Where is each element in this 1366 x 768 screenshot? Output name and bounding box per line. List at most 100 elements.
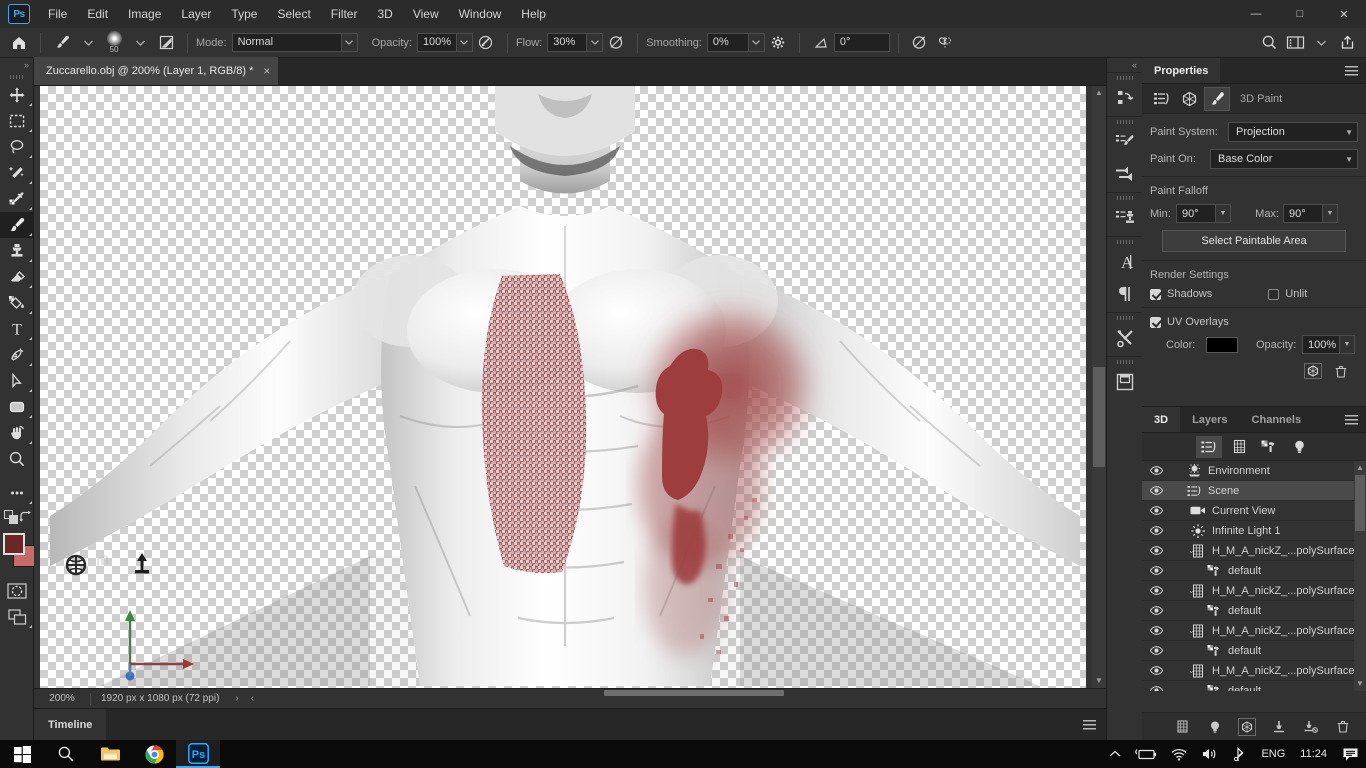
eyedropper-tool[interactable] [0,186,34,212]
scrollbar-thumb[interactable] [1093,367,1105,467]
disclosure-triangle-icon[interactable]: ⌄ [1170,626,1195,635]
scene-tree-row[interactable]: Infinite Light 1 [1142,521,1366,541]
taskbar-item-google-chrome[interactable] [132,740,176,768]
uv-opacity-value[interactable]: 100% [1302,335,1340,354]
canvas-horizontal-scrollbar[interactable] [34,689,1106,697]
menu-file[interactable]: File [38,0,77,28]
chevron-down-icon[interactable]: ▼ [1340,335,1355,354]
filter-materials-icon[interactable] [1256,436,1282,458]
menu-type[interactable]: Type [221,0,267,28]
document-tab[interactable]: Zuccarello.obj @ 200% (Layer 1, RGB/8) *… [34,57,279,85]
visibility-eye-icon[interactable] [1142,686,1170,691]
rectangular-marquee-tool[interactable] [0,108,34,134]
visibility-eye-icon[interactable] [1142,646,1170,655]
flow-value[interactable]: 30% [547,33,588,52]
airbrush-icon[interactable] [473,31,499,55]
edit-toolbar-button[interactable] [0,480,34,506]
visibility-eye-icon[interactable] [1142,586,1170,595]
scrollbar-thumb[interactable] [1355,475,1365,531]
trash-icon[interactable] [1332,363,1350,379]
chevron-double-right-icon[interactable]: » [0,58,33,72]
chevron-down-icon[interactable] [587,33,604,52]
brush-size-preview[interactable]: 50 [101,31,127,55]
chevron-down-icon[interactable] [1308,31,1334,55]
chevron-down-icon[interactable]: ▼ [1216,204,1231,223]
visibility-eye-icon[interactable] [1142,566,1170,575]
flow-input[interactable]: 30% [547,33,604,52]
3d-tree-scrollbar[interactable]: ▲ ▼ [1354,461,1366,691]
lasso-tool[interactable] [0,134,34,160]
panel-grip[interactable] [1107,313,1142,322]
pen-tool[interactable] [0,342,34,368]
paint-system-dropdown[interactable]: Projection ▼ [1228,122,1358,142]
blend-mode-value[interactable]: Normal [231,33,342,52]
filter-scene-icon[interactable] [1196,435,1222,458]
scene-tree-row[interactable]: default [1142,681,1366,691]
paint-on-dropdown[interactable]: Base Color ▼ [1210,149,1358,169]
taskbar-item-adobe-photoshop[interactable]: Ps [176,740,220,768]
chevron-down-icon[interactable] [456,33,473,52]
battery-icon[interactable] [1128,747,1164,761]
layer-comps-icon[interactable] [1107,366,1143,398]
panel-grip[interactable] [0,72,33,82]
smoothing-input[interactable]: 0% [706,33,765,52]
document-canvas[interactable] [40,86,1086,688]
tab-3d[interactable]: 3D [1142,407,1181,432]
scene-tree-row[interactable]: default [1142,641,1366,661]
quick-mask-icon[interactable] [0,578,34,604]
filter-lights-icon[interactable] [1286,436,1312,458]
canvas-area[interactable]: ▲ ▼ [34,86,1106,688]
angle-value[interactable]: 0° [833,33,890,52]
tab-channels[interactable]: Channels [1240,407,1314,432]
shadows-checkbox[interactable] [1150,288,1161,300]
render-cube-icon[interactable] [1304,363,1322,379]
scene-tree-row[interactable]: ⌄ H_M_A_nickZ_...polySurface1 [1142,581,1366,601]
opacity-value[interactable]: 100% [416,33,457,52]
history-icon[interactable] [1107,82,1143,114]
move-tool[interactable] [0,82,34,108]
unlit-checkbox[interactable] [1268,288,1280,300]
character-icon[interactable]: A [1107,246,1143,278]
chevron-down-icon[interactable]: ▼ [1323,204,1338,223]
gear-icon[interactable] [765,31,791,55]
menu-select[interactable]: Select [267,0,320,28]
visibility-eye-icon[interactable] [1142,546,1170,555]
brush-preset-caret[interactable] [75,31,101,55]
visibility-eye-icon[interactable] [1142,526,1170,535]
taskbar-item-file-explorer[interactable] [88,740,132,768]
blend-mode-dropdown[interactable]: Normal [231,33,358,52]
notification-icon[interactable] [1335,747,1366,762]
chevron-down-icon[interactable]: ▼ [1092,674,1106,688]
visibility-eye-icon[interactable] [1142,606,1170,615]
menu-3d[interactable]: 3D [367,0,402,28]
tablet-pressure-icon[interactable] [907,31,933,55]
windows-start-icon[interactable] [0,740,44,768]
paint-bucket-tool[interactable] [0,290,34,316]
menu-view[interactable]: View [403,0,449,28]
panel-grip[interactable] [1107,193,1142,202]
close-icon[interactable]: × [263,64,270,78]
brush-tool[interactable] [0,212,34,238]
panel-grip[interactable] [1107,237,1142,246]
add-mesh-icon[interactable] [1174,718,1192,736]
render-icon[interactable] [1238,717,1256,736]
maximize-button[interactable]: □ [1278,0,1322,28]
panel-menu-icon[interactable] [1345,407,1366,432]
close-button[interactable]: ✕ [1322,0,1366,28]
magic-wand-tool[interactable] [0,160,34,186]
tab-properties[interactable]: Properties [1142,58,1221,83]
language-indicator[interactable]: ENG [1254,748,1292,760]
min-value[interactable]: 90° [1176,204,1216,223]
mesh-properties-icon[interactable] [1148,87,1174,111]
path-selection-tool[interactable] [0,368,34,394]
scrollbar-thumb[interactable] [604,690,784,696]
chevron-up-icon[interactable]: ▲ [1354,461,1366,475]
disclosure-triangle-icon[interactable]: ⌄ [1170,666,1195,675]
panel-grip[interactable] [1107,73,1142,82]
chevron-up-icon[interactable] [1102,750,1128,758]
scene-properties-icon[interactable] [1176,87,1202,111]
disclosure-triangle-icon[interactable]: ⌄ [1170,586,1195,595]
menu-image[interactable]: Image [118,0,171,28]
panel-grip[interactable] [1107,357,1142,366]
brush-presets-icon[interactable] [1107,158,1143,190]
